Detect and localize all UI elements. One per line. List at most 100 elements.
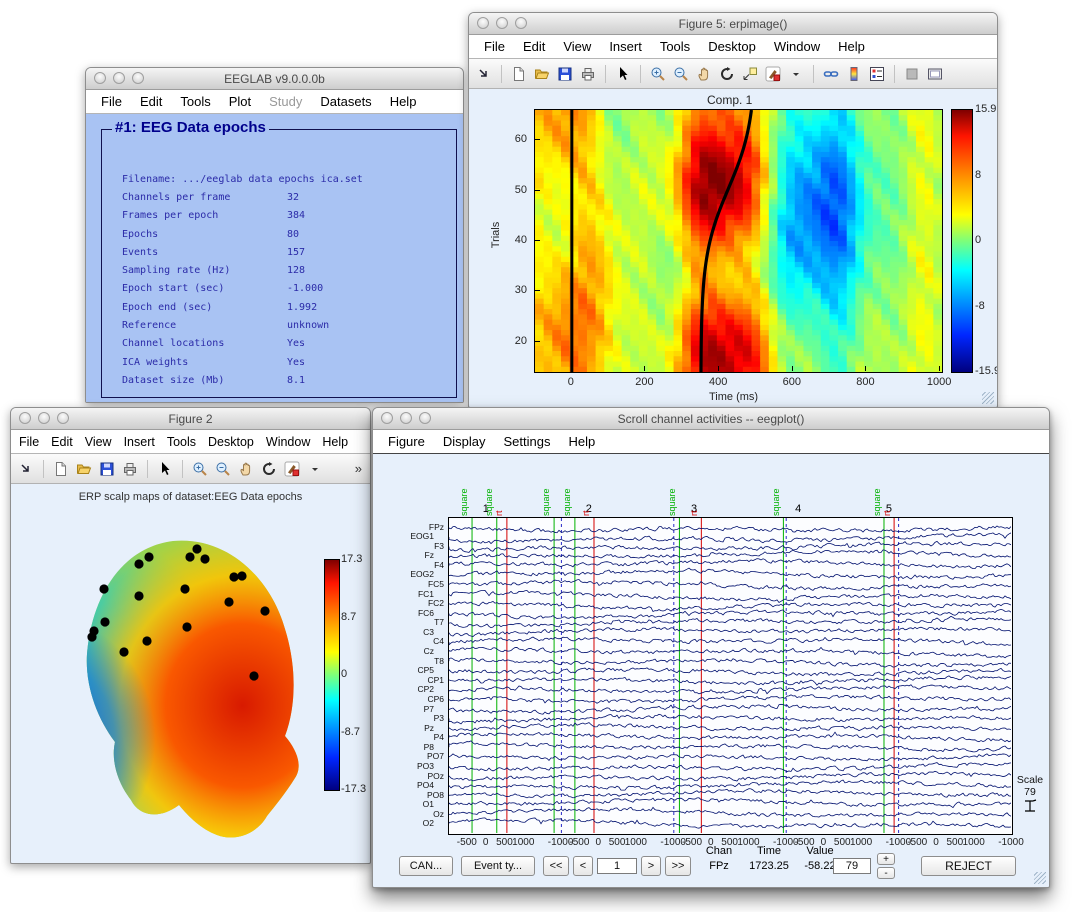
page-number-input[interactable]	[597, 858, 637, 874]
menu-item-insert[interactable]: Insert	[118, 435, 161, 449]
info-value: 1.992	[287, 302, 317, 313]
resize-grip[interactable]	[1034, 872, 1046, 884]
scalpmap-plot-area: ERP scalp maps of dataset:EEG Data epoch…	[11, 484, 370, 863]
dataset-info-row: Sampling rate (Hz)128	[122, 261, 448, 279]
print-icon[interactable]	[121, 460, 139, 478]
zoom-button[interactable]	[419, 412, 431, 424]
menu-item-tools[interactable]: Tools	[161, 435, 202, 449]
zoom-button[interactable]	[132, 72, 144, 84]
toolbar-overflow-chevron[interactable]: »	[355, 461, 364, 476]
menu-item-figure[interactable]: Figure	[379, 434, 434, 449]
event-types-button[interactable]: Event ty...	[461, 856, 535, 876]
menu-item-display[interactable]: Display	[434, 434, 495, 449]
print-icon[interactable]	[579, 65, 597, 83]
menu-item-view[interactable]: View	[554, 39, 600, 54]
cancel-button[interactable]: CAN...	[399, 856, 453, 876]
menu-item-file[interactable]: File	[13, 435, 45, 449]
electrode-dot	[185, 552, 194, 561]
brush-icon[interactable]	[764, 65, 782, 83]
titlebar[interactable]: Figure 2	[11, 408, 370, 430]
minimize-button[interactable]	[38, 412, 50, 424]
menu-item-tools[interactable]: Tools	[171, 94, 219, 109]
colorbar-tick-label: 15.9	[975, 103, 996, 115]
show-plot-tools-icon[interactable]	[926, 65, 944, 83]
brush-icon[interactable]	[283, 460, 301, 478]
page-back-fast-button[interactable]: <<	[543, 856, 569, 876]
menu-item-edit[interactable]: Edit	[131, 94, 171, 109]
menu-item-desktop[interactable]: Desktop	[202, 435, 260, 449]
dataset-info-row: Dataset size (Mb)8.1	[122, 371, 448, 389]
info-value: 8.1	[287, 375, 305, 386]
menu-item-help[interactable]: Help	[381, 94, 426, 109]
menu-item-edit[interactable]: Edit	[45, 435, 79, 449]
zoom-button[interactable]	[57, 412, 69, 424]
reject-button[interactable]: REJECT	[921, 856, 1016, 876]
colorbar-icon[interactable]	[845, 65, 863, 83]
minimize-button[interactable]	[496, 17, 508, 29]
caret-down-icon[interactable]	[787, 65, 805, 83]
menu-item-settings[interactable]: Settings	[494, 434, 559, 449]
titlebar[interactable]: EEGLAB v9.0.0.0b	[86, 68, 463, 90]
cursor-readout: Chan Time Value FPz 1723.25 -58.22	[695, 845, 845, 872]
data-cursor-icon[interactable]	[741, 65, 759, 83]
menu-item-window[interactable]: Window	[260, 435, 316, 449]
save-icon[interactable]	[556, 65, 574, 83]
chan-header: Chan	[697, 845, 741, 857]
scale-increase-button[interactable]: +	[877, 853, 895, 865]
dock-arrow-icon[interactable]	[17, 460, 35, 478]
pan-hand-icon[interactable]	[695, 65, 713, 83]
save-icon[interactable]	[98, 460, 116, 478]
hide-plot-tools-icon[interactable]	[903, 65, 921, 83]
page-forward-button[interactable]: >	[641, 856, 661, 876]
menu-item-datasets[interactable]: Datasets	[311, 94, 380, 109]
close-button[interactable]	[381, 412, 393, 424]
cursor-icon[interactable]	[156, 460, 174, 478]
zoom-out-icon[interactable]	[214, 460, 232, 478]
menu-item-view[interactable]: View	[79, 435, 118, 449]
titlebar[interactable]: Figure 5: erpimage()	[469, 13, 997, 35]
caret-down-icon[interactable]	[306, 460, 324, 478]
eeg-traces-plot[interactable]	[449, 518, 1011, 833]
menu-item-tools[interactable]: Tools	[651, 39, 699, 54]
new-doc-icon[interactable]	[52, 460, 70, 478]
rotate-3d-icon[interactable]	[260, 460, 278, 478]
titlebar[interactable]: Scroll channel activities -- eegplot()	[373, 408, 1049, 430]
minimize-button[interactable]	[400, 412, 412, 424]
menu-item-edit[interactable]: Edit	[514, 39, 554, 54]
dock-arrow-icon[interactable]	[475, 65, 493, 83]
link-plots-icon[interactable]	[822, 65, 840, 83]
rotate-3d-icon[interactable]	[718, 65, 736, 83]
eegplot-scroll-window: Scroll channel activities -- eegplot() F…	[372, 407, 1050, 888]
menu-item-help[interactable]: Help	[829, 39, 874, 54]
zoom-in-icon[interactable]	[191, 460, 209, 478]
open-folder-icon[interactable]	[75, 460, 93, 478]
page-forward-fast-button[interactable]: >>	[665, 856, 691, 876]
menu-item-file[interactable]: File	[475, 39, 514, 54]
menu-item-desktop[interactable]: Desktop	[699, 39, 765, 54]
menu-item-window[interactable]: Window	[765, 39, 829, 54]
close-button[interactable]	[477, 17, 489, 29]
new-doc-icon[interactable]	[510, 65, 528, 83]
zoom-out-icon[interactable]	[672, 65, 690, 83]
menu-item-insert[interactable]: Insert	[600, 39, 651, 54]
info-value: 384	[287, 210, 305, 221]
minimize-button[interactable]	[113, 72, 125, 84]
close-button[interactable]	[94, 72, 106, 84]
menu-item-plot[interactable]: Plot	[220, 94, 260, 109]
menu-item-study[interactable]: Study	[260, 94, 311, 109]
menu-item-help[interactable]: Help	[316, 435, 354, 449]
close-button[interactable]	[19, 412, 31, 424]
resize-grip[interactable]	[982, 392, 994, 404]
zoom-in-icon[interactable]	[649, 65, 667, 83]
open-folder-icon[interactable]	[533, 65, 551, 83]
zoom-button[interactable]	[515, 17, 527, 29]
menu-item-help[interactable]: Help	[559, 434, 604, 449]
cursor-icon[interactable]	[614, 65, 632, 83]
menu-item-file[interactable]: File	[92, 94, 131, 109]
page-back-button[interactable]: <	[573, 856, 593, 876]
channel-label-fz: Fz	[425, 551, 434, 560]
pan-hand-icon[interactable]	[237, 460, 255, 478]
scale-input[interactable]	[833, 858, 871, 874]
legend-icon[interactable]	[868, 65, 886, 83]
scale-decrease-button[interactable]: -	[877, 867, 895, 879]
